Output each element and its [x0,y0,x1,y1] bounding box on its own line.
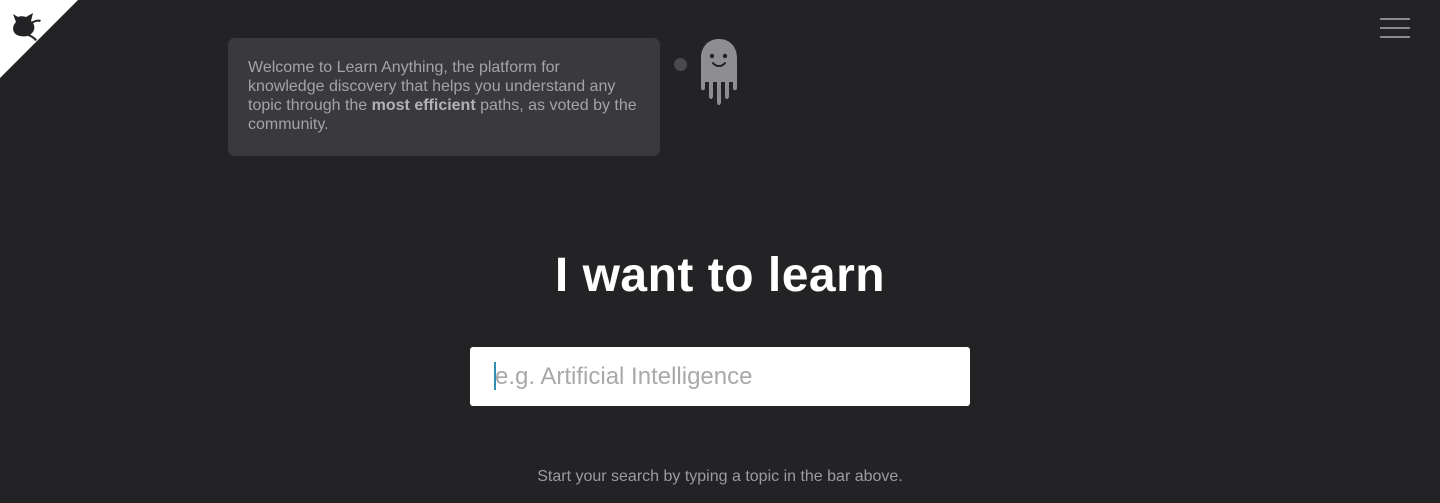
github-corner-link[interactable] [0,0,80,80]
welcome-text-bold: most efficient [371,97,476,114]
speech-dot [674,58,687,71]
page-title: I want to learn [554,249,886,302]
search-input[interactable] [470,347,970,406]
welcome-bubble: Welcome to Learn Anything, the platform … [228,38,660,156]
page: Welcome to Learn Anything, the platform … [0,0,1440,503]
search-hint: Start your search by typing a topic in t… [537,468,903,485]
menu-line [1380,18,1410,20]
text-caret [494,362,496,390]
hamburger-menu-icon[interactable] [1380,16,1410,40]
menu-line [1380,36,1410,38]
github-octocat-icon [0,0,78,78]
search-container [470,347,970,406]
ghost-mascot-icon [701,39,737,105]
menu-line [1380,27,1410,29]
